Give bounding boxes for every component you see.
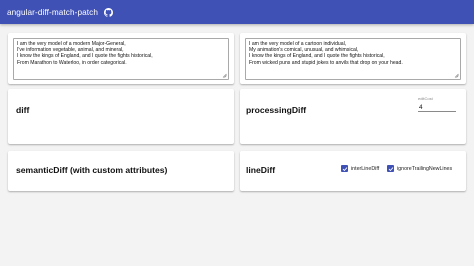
semantic-diff-title: semanticDiff (with custom attributes) (16, 165, 168, 175)
edit-cost-input[interactable] (418, 103, 456, 112)
checkmark-icon (388, 166, 393, 171)
right-input-card: I am the very model of a cartoon individ… (240, 33, 466, 84)
inter-line-diff-label[interactable]: interLineDiff (351, 166, 379, 172)
resize-handle-icon[interactable] (454, 73, 459, 78)
diff-title: diff (16, 105, 30, 115)
processing-diff-card: processingDiff editCost (240, 89, 466, 144)
inter-line-diff-checkbox[interactable] (341, 165, 348, 172)
github-icon[interactable] (104, 7, 113, 17)
processing-diff-title: processingDiff (246, 105, 307, 115)
app-toolbar: angular-diff-match-patch (0, 0, 474, 24)
right-text-input[interactable]: I am the very model of a cartoon individ… (245, 38, 461, 80)
edit-cost-label: editCost (418, 96, 433, 101)
ignore-trailing-newlines-checkbox[interactable] (387, 165, 394, 172)
semantic-diff-card: semanticDiff (with custom attributes) (8, 151, 234, 191)
line-diff-card: lineDiff interLineDiff ignoreTrailingNew… (240, 151, 466, 191)
checkmark-icon (342, 166, 347, 171)
ignore-trailing-newlines-label[interactable]: ignoreTrailingNewLines (397, 166, 452, 172)
diff-card: diff (8, 89, 234, 144)
left-text-input[interactable]: I am the very model of a modern Major-Ge… (13, 38, 229, 80)
resize-handle-icon[interactable] (222, 73, 227, 78)
left-input-card: I am the very model of a modern Major-Ge… (8, 33, 234, 84)
line-diff-title: lineDiff (246, 165, 276, 175)
app-title: angular-diff-match-patch (7, 7, 98, 17)
